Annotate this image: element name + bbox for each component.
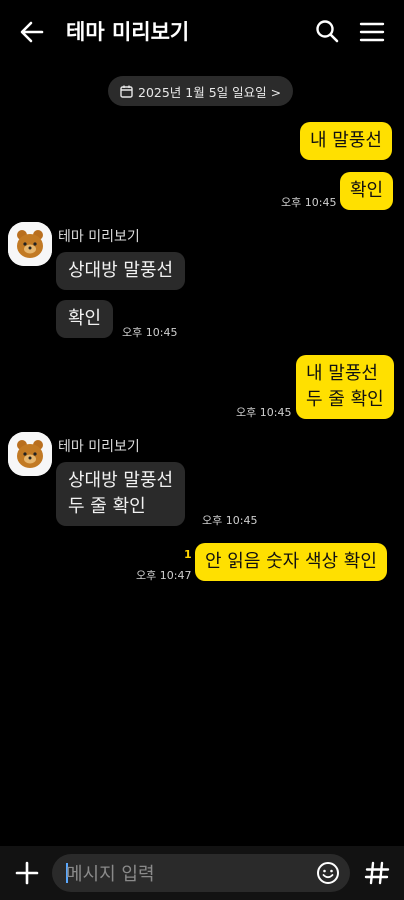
message-time: 오후 10:45 bbox=[202, 514, 258, 527]
message-time: 오후 10:45 bbox=[122, 326, 178, 339]
plus-icon[interactable] bbox=[12, 858, 42, 888]
chat-title: 테마 미리보기 bbox=[66, 20, 190, 44]
message-input-wrapper bbox=[52, 854, 350, 894]
my-message-bubble[interactable]: 내 말풍선 두 줄 확인 bbox=[296, 355, 394, 419]
bear-character-icon bbox=[8, 222, 52, 266]
sender-name: 테마 미리보기 bbox=[58, 439, 140, 455]
my-message-bubble[interactable]: 안 읽음 숫자 색상 확인 bbox=[195, 543, 387, 581]
my-message-bubble[interactable]: 확인 bbox=[340, 172, 394, 210]
chat-header: 테마 미리보기 bbox=[0, 0, 404, 64]
avatar[interactable] bbox=[8, 432, 52, 476]
date-separator-label: 2025년 1월 5일 일요일 > bbox=[138, 84, 282, 100]
other-message-bubble[interactable]: 상대방 말풍선 두 줄 확인 bbox=[56, 462, 186, 526]
hamburger-menu-icon[interactable] bbox=[358, 18, 386, 46]
back-arrow-icon[interactable] bbox=[18, 18, 46, 46]
message-input-bar bbox=[0, 846, 404, 900]
my-message-bubble[interactable]: 내 말풍선 bbox=[300, 122, 392, 160]
message-time: 오후 10:45 bbox=[281, 196, 337, 209]
calendar-icon bbox=[120, 85, 133, 98]
message-time: 오후 10:47 bbox=[136, 569, 192, 582]
unread-count: 1 bbox=[184, 548, 192, 561]
date-separator[interactable]: 2025년 1월 5일 일요일 > bbox=[108, 76, 294, 106]
other-message-bubble[interactable]: 확인 bbox=[56, 300, 114, 338]
search-icon[interactable] bbox=[314, 18, 340, 44]
message-time: 오후 10:45 bbox=[236, 406, 292, 419]
hash-icon[interactable] bbox=[362, 858, 392, 888]
other-message-bubble[interactable]: 상대방 말풍선 bbox=[56, 252, 186, 290]
bear-character-icon bbox=[8, 432, 52, 476]
sender-name: 테마 미리보기 bbox=[58, 229, 140, 245]
message-input[interactable] bbox=[64, 854, 308, 894]
avatar[interactable] bbox=[8, 222, 52, 266]
emoji-icon[interactable] bbox=[316, 861, 340, 885]
